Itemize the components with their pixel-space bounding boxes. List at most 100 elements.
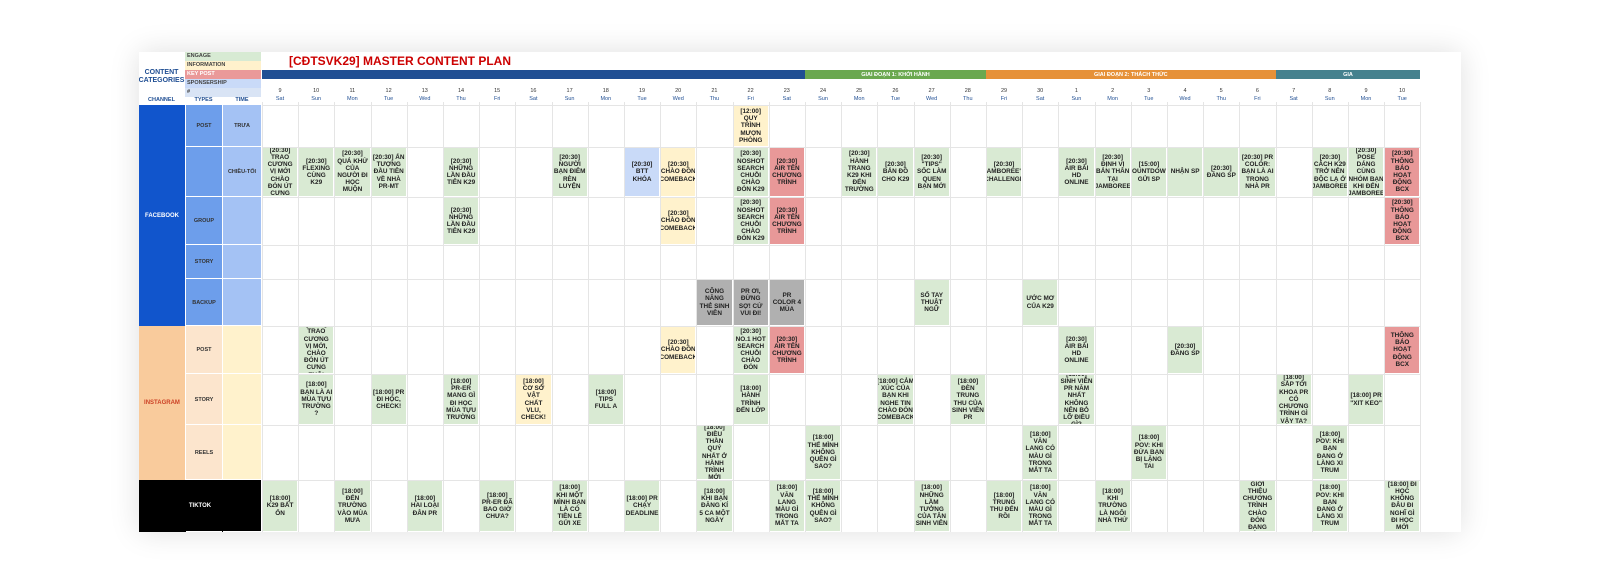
schedule-entry[interactable]: [20:30] HÀNH TRANG K29 KHI ĐẾN TRƯỜNG [842,148,877,196]
schedule-entry[interactable]: [20:30] AIR BÀI HD ONLINE [1059,327,1094,373]
schedule-entry[interactable]: [18:00] POV: KHI ĐỨA BẠN BỊ LẶNG TAI [1131,426,1166,479]
schedule-entry[interactable]: [20:30] NGƯỜI BẠN ĐIÊM RÈN LUYỆN [552,148,587,196]
date-number: 10 [1399,88,1406,94]
date-number: 22 [747,88,754,94]
schedule-entry[interactable]: [20:30] AIR BÀI HD ONLINE [1059,148,1094,196]
date-number: 12 [385,88,392,94]
schedule-entry[interactable]: SỔ TAY THUẬT NGỮ [914,280,949,325]
schedule-entry[interactable]: [20:30] JAMBOREE'S CHALLENGE [987,148,1022,196]
schedule-entry[interactable]: [20:30] TRAO CƯƠNG VỊ MỚI CHÀO ĐÓN ÚT CƯ… [263,148,298,196]
schedule-entry[interactable]: [20:30] CHÀO ĐÓN COMEBACK [661,198,696,244]
schedule-entry[interactable]: [20:30] NO.1 HOT SEARCH CHUỖI CHÀO ĐÓN [733,327,768,373]
weekday-label: Sun [1324,96,1335,102]
schedule-entry[interactable]: [20:30] ẤN TƯỢNG ĐẦU TIÊN VỀ NHÀ PR-MT [371,148,406,196]
schedule-entry[interactable]: PR ƠI, ĐỪNG SỢ! CỨ VUI ĐI! [733,280,768,325]
schedule-entry[interactable]: [18:00] NHỮNG LẦM TƯỞNG CỦA TÂN SINH VIÊ… [914,481,949,531]
legend-item: INFORMATION [185,61,261,70]
schedule-entry[interactable]: [18:00] KHI TRƯỜNG LÀ NGÔI NHÀ THỨ [1095,481,1130,531]
schedule-entry[interactable]: [18:00] THẾ MÌNH KHÔNG QUÊN GÌ SAO? [806,426,841,479]
weekday-label: Mon [1360,96,1372,102]
schedule-entry[interactable]: [20:30] FLEXING CÙNG K29 [299,148,334,196]
schedule-entry[interactable]: [18:00] PR CHẠY DEADLINE [625,481,660,531]
schedule-entry[interactable]: [18:00] SẮP TỚI KHOA PR CÓ CHƯƠNG TRÌNH … [1276,375,1311,424]
weekday-label: Sat [1036,96,1045,102]
weekday-label: Mon [347,96,358,102]
grid-line-h [262,279,1421,280]
schedule-entry[interactable]: [18:00] TRUNG THU ĐẾN RỒI [987,481,1022,531]
schedule-entry[interactable]: NHẬN SP [1168,148,1203,196]
schedule-entry[interactable]: [20:30] PR COLOR: BẠN LÀ AI TRONG NHÀ PR [1240,148,1275,196]
schedule-entry[interactable]: [18:00] ĐIỀU THẦN QUÝ NHẤT Ở HÀNH TRÌNH … [697,426,732,479]
schedule-entry[interactable]: [18:00] KHI MỘT MÌNH BẠN LÀ CÓ TIỀN LỄ G… [552,481,587,531]
schedule-entry[interactable]: [18:00] GIỚI THIỆU CHƯƠNG TRÌNH CHÀO ĐÓN… [1240,481,1275,531]
grid-line-v [1420,102,1422,532]
schedule-entry[interactable]: [18:00] BẠN LÀ AI MÙA TỰU TRƯỜNG ? [299,375,334,424]
schedule-entry[interactable]: ƯỚC MƠ CỦA K29 [1023,280,1058,325]
date-number: 14 [457,88,465,94]
schedule-entry[interactable]: [18:00] POV: KHI BẠN ĐANG Ở LÀNG XI TRUM [1312,426,1347,479]
schedule-entry[interactable]: [18:00] PR-er MANG GÌ ĐI HỌC MÙA TỰU TRƯ… [444,375,479,424]
row-type-label: POST [196,123,212,129]
schedule-entry[interactable]: [18:00] CẢM XÚC CỦA BẠN KHI NGHE TIN CHÀ… [878,375,913,424]
grid-line-v [406,102,408,532]
schedule-entry[interactable]: [20:30] TRAO CƯƠNG VỊ MỚI, CHÀO ĐÓN ÚT C… [299,327,334,373]
schedule-entry[interactable]: [20:30] ĐỊNH VỊ BẢN THÂN TẠI JAMBOREE [1095,148,1130,196]
schedule-entry[interactable]: [20:30] NHỮNG LẦN ĐẦU TIÊN K29 [444,148,479,196]
schedule-entry[interactable]: [18:00] ĐÈN TRUNG THU CỦA SINH VIÊN PR [950,375,985,424]
schedule-entry[interactable]: [20:30] BTT KHÓA [625,148,660,196]
date-number: 1 [1074,88,1078,94]
schedule-entry[interactable]: [18:00] VĂN LANG CÓ MÀU GÌ TRONG MẮT TA [1023,481,1058,531]
schedule-entry[interactable]: THÔNG BÁO HOẠT ĐỘNG BCX [1385,327,1420,373]
schedule-entry[interactable]: [20:30] NOSHOT SEARCH CHUỖI CHÀO ĐÓN K29 [733,198,768,244]
schedule-entry[interactable]: [20:30] "TIPS" SỐC LÀM QUEN BẠN MỚI [914,148,949,196]
schedule-entry[interactable]: [18:00] THẾ MÌNH KHÔNG QUÊN GÌ SAO? [806,481,841,531]
schedule-entry[interactable]: [15:00] COUNTDOWN GỬI SP [1131,148,1166,196]
weekday-label: Sun [818,96,828,102]
grid-line-v [1275,102,1277,532]
schedule-entry[interactable]: [20:30] ĐĂNG SP [1168,327,1203,373]
schedule-entry[interactable]: [18:00] ĐI HỌC KHÔNG ĐÂU ĐI NGHĨ GÌ ĐI H… [1385,481,1420,531]
date-number: 5 [1219,88,1223,94]
schedule-entry[interactable]: [18:00] KHI BẠN ĐĂNG KÍ 5 CA MỘT NGÀY [697,481,732,531]
schedule-entry[interactable]: [20:30] AIR TÊN CHƯƠNG TRÌNH [769,148,804,196]
schedule-entry[interactable]: [18:00] HÀNH TRÌNH ĐẾN LỚP [733,375,768,424]
row-time-label [223,374,261,425]
schedule-entry[interactable]: [18:00] PR-er ĐÃ BAO GIỜ CHƯA? [480,481,515,531]
schedule-entry[interactable]: CÔNG NĂNG THẺ SINH VIÊN [697,280,732,325]
schedule-entry[interactable]: [20:30] POSE DÁNG CÙNG NHÓM BẠN KHI ĐẾN … [1349,148,1384,196]
schedule-entry[interactable]: [18:00] PR "XIT KEO" [1349,375,1384,424]
date-number: 27 [928,88,935,94]
schedule-entry[interactable]: [20:30] NOSHOT SEARCH CHUỖI CHÀO ĐÓN K29 [733,148,768,196]
weekday-label: Tue [1397,96,1407,102]
schedule-entry[interactable]: [18:00] VĂN LANG CÓ MÀU GÌ TRONG MẮT TA [1023,426,1058,479]
schedule-entry[interactable]: [20:30] CHÀO ĐÓN COMEBACK [661,327,696,373]
weekday-label: Thu [963,96,973,102]
schedule-entry[interactable]: [18:00] K29 BẤT ỔN [263,481,298,531]
schedule-entry[interactable]: [20:30] NHỮNG LẦN ĐẦU TIÊN K29 [444,198,479,244]
schedule-entry[interactable]: PR COLOR 4 MÙA [769,280,804,325]
date-number: 24 [819,88,827,94]
schedule-entry[interactable]: [18:00] SINH VIÊN PR NĂM NHẤT KHÔNG NÊN … [1059,375,1094,424]
schedule-entry[interactable]: [20:30] AIR TÊN CHƯƠNG TRÌNH [769,327,804,373]
schedule-entry[interactable]: [18:00] TIPS FULL A [588,375,623,424]
schedule-entry[interactable]: [20:30] CHÀO ĐÓN COMEBACK [661,148,696,196]
schedule-entry[interactable]: [20:30] THÔNG BÁO HOẠT ĐỘNG BCX [1385,148,1420,196]
schedule-entry[interactable]: [18:00] ĐẾN TRƯỜNG VÀO MÙA MƯA [335,481,370,531]
schedule-entry[interactable]: [18:00] VĂN LANG MÀU GÌ TRONG MẮT TA [769,481,804,531]
schedule-entry[interactable]: [20:30] THÔNG BÁO HOẠT ĐỘNG BCX [1385,198,1420,244]
schedule-entry[interactable]: [12:00] QUY TRÌNH MƯỢN PHÒNG [733,106,768,146]
schedule-entry[interactable]: [18:00] PR ĐI HỌC, CHECK! [371,375,406,424]
weekday-label: Wed [925,96,938,102]
schedule-entry[interactable]: [20:30] CÁCH K29 TRỞ NÊN ĐỘC LẠ Ở JAMBOR… [1312,148,1347,196]
date-number: 11 [349,88,356,94]
date-number: 25 [856,88,863,94]
schedule-entry[interactable]: [18:00] CƠ SỞ VẬT CHẤT VLU, CHECK! [516,375,551,424]
schedule-entry[interactable]: [18:00] POV: KHI BẠN ĐANG Ở LÀNG XI TRUM [1312,481,1347,531]
schedule-entry[interactable]: [18:00] HAI LOẠI ĐÂN PR [407,481,442,531]
schedule-entry[interactable]: [20:30] QUÁ KHỨ CỦA NGƯỜI ĐI HỌC MUỘN [335,148,370,196]
date-number: 28 [964,88,971,94]
date-number: 2 [1111,88,1115,94]
schedule-entry[interactable]: [20:30] BẢN ĐỒ CHO K29 [878,148,913,196]
schedule-entry[interactable]: [20:30] AIR TÊN CHƯƠNG TRÌNH [769,198,804,244]
schedule-entry[interactable]: [20:30] ĐĂNG SP [1204,148,1239,196]
